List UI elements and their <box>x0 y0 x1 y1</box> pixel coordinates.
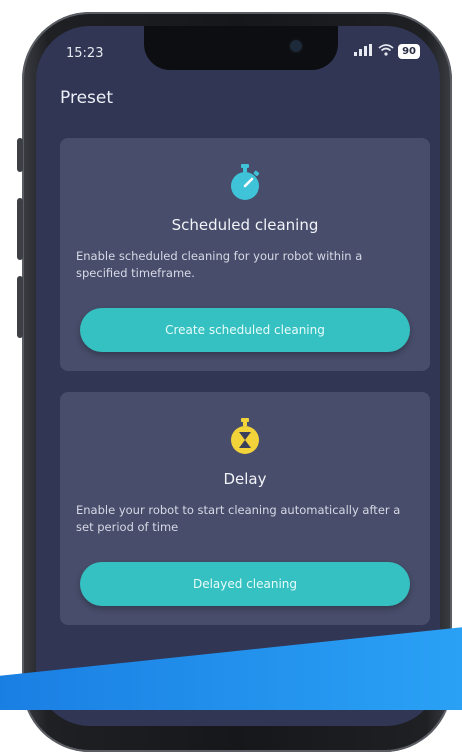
stopwatch-icon <box>228 164 262 202</box>
scheduled-cleaning-description: Enable scheduled cleaning for your robot… <box>76 249 363 280</box>
status-icons: 90 <box>354 44 420 59</box>
phone-volume-down-button <box>17 276 23 338</box>
phone-side-button <box>17 138 23 172</box>
front-camera <box>290 40 302 52</box>
battery-indicator: 90 <box>398 44 420 59</box>
create-scheduled-cleaning-button[interactable]: Create scheduled cleaning <box>80 308 410 352</box>
delayed-cleaning-button[interactable]: Delayed cleaning <box>80 562 410 606</box>
app-screen: 15:23 90 Preset Scheduled cleaning Enabl… <box>36 26 440 726</box>
phone-volume-up-button <box>17 198 23 260</box>
delay-description: Enable your robot to start cleaning auto… <box>76 503 401 534</box>
signal-icon <box>354 44 374 59</box>
page-title: Preset <box>60 88 114 108</box>
scheduled-cleaning-card: Scheduled cleaning Enable scheduled clea… <box>60 138 430 371</box>
hourglass-timer-icon <box>228 418 262 456</box>
delay-card: Delay Enable your robot to start cleanin… <box>60 392 430 625</box>
wifi-icon <box>378 44 394 59</box>
scheduled-cleaning-title: Scheduled cleaning <box>171 216 319 234</box>
status-time: 15:23 <box>66 46 104 61</box>
notch <box>144 26 338 70</box>
delay-title: Delay <box>223 470 267 488</box>
